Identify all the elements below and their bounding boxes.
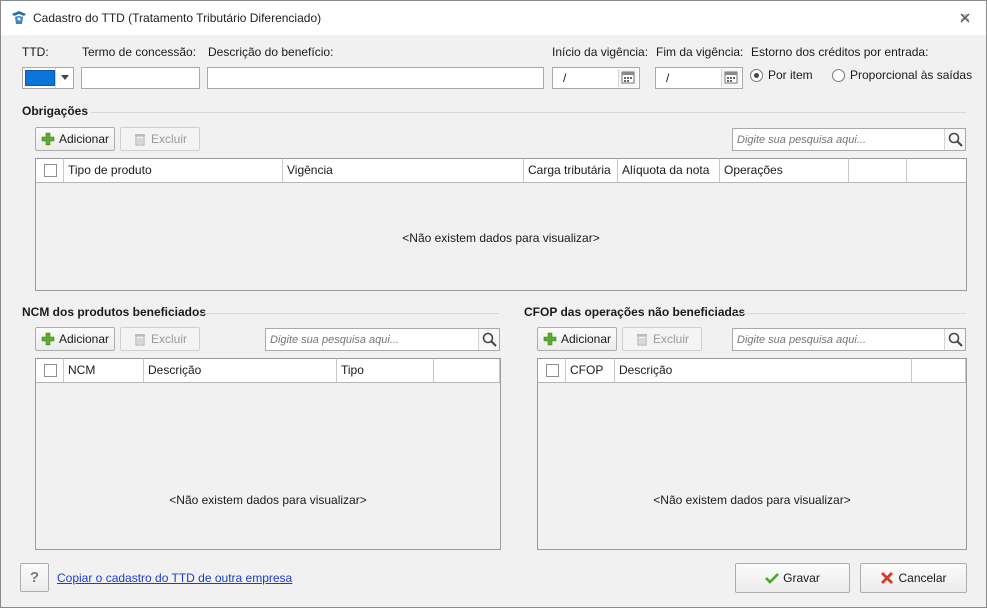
column-header[interactable]: Descrição <box>615 359 912 382</box>
ncm-search-input[interactable] <box>266 329 479 350</box>
delete-label: Excluir <box>150 332 187 346</box>
search-icon[interactable] <box>478 329 499 350</box>
column-header[interactable]: Vigência <box>283 159 524 182</box>
obrigacoes-grid[interactable]: Tipo de produto Vigência Carga tributári… <box>35 158 967 291</box>
grid-header: CFOP Descrição <box>538 359 966 383</box>
save-button[interactable]: Gravar <box>735 563 850 593</box>
radio-button[interactable] <box>832 68 845 82</box>
search-icon[interactable] <box>944 129 965 150</box>
check-icon <box>765 571 780 585</box>
section-divider <box>91 112 966 113</box>
close-icon[interactable] <box>957 10 973 26</box>
estorno-label: Estorno dos créditos por entrada: <box>751 45 929 59</box>
grid-header: NCM Descrição Tipo <box>36 359 500 383</box>
obrigacoes-add-button[interactable]: Adicionar <box>35 127 115 151</box>
radio-por-item[interactable]: Por item <box>750 68 813 82</box>
select-all-checkbox[interactable] <box>44 364 57 377</box>
column-header[interactable]: Tipo <box>337 359 434 382</box>
copy-ttd-link[interactable]: Copiar o cadastro do TTD de outra empres… <box>57 571 292 585</box>
descricao-label: Descrição do benefício: <box>208 45 334 59</box>
cfop-grid[interactable]: CFOP Descrição <Não existem dados para v… <box>537 358 967 550</box>
cancel-button[interactable]: Cancelar <box>860 563 967 593</box>
ncm-title: NCM dos produtos beneficiados <box>22 305 207 319</box>
cancel-label: Cancelar <box>898 571 947 585</box>
trash-icon <box>133 332 147 346</box>
app-icon <box>10 10 28 26</box>
empty-grid-message: <Não existem dados para visualizar> <box>653 493 851 507</box>
radio-proporcional[interactable]: Proporcional às saídas <box>832 68 972 82</box>
title-bar: Cadastro do TTD (Tratamento Tributário D… <box>1 1 986 35</box>
select-all-column[interactable] <box>538 359 566 382</box>
delete-label: Excluir <box>150 132 187 146</box>
column-header-blank <box>912 359 966 382</box>
termo-label: Termo de concessão: <box>82 45 197 59</box>
calendar-icon[interactable] <box>618 69 638 87</box>
section-divider <box>736 313 966 314</box>
dialog-window: Cadastro do TTD (Tratamento Tributário D… <box>0 0 987 608</box>
chevron-down-icon[interactable] <box>55 68 73 88</box>
fim-date-value: / <box>666 71 670 85</box>
section-divider <box>203 313 499 314</box>
add-label: Adicionar <box>58 132 110 146</box>
obrigacoes-title: Obrigações <box>22 104 89 118</box>
plus-icon <box>543 332 557 346</box>
ttd-combobox[interactable] <box>22 67 74 89</box>
add-label: Adicionar <box>58 332 110 346</box>
select-all-checkbox[interactable] <box>546 364 559 377</box>
radio-label: Proporcional às saídas <box>850 68 973 82</box>
inicio-label: Início da vigência: <box>552 45 649 59</box>
column-header-blank <box>434 359 500 382</box>
ttd-color-swatch <box>25 70 55 86</box>
radio-button[interactable] <box>750 68 763 82</box>
cfop-search[interactable] <box>732 328 966 351</box>
plus-icon <box>41 332 55 346</box>
obrigacoes-search[interactable] <box>732 128 966 151</box>
cfop-delete-button[interactable]: Excluir <box>622 327 702 351</box>
search-icon[interactable] <box>944 329 965 350</box>
add-label: Adicionar <box>560 332 612 346</box>
x-icon <box>880 571 894 585</box>
help-button[interactable]: ? <box>20 563 49 592</box>
descricao-input[interactable] <box>207 67 544 89</box>
fim-label: Fim da vigência: <box>656 45 744 59</box>
plus-icon <box>41 132 55 146</box>
calendar-icon[interactable] <box>721 69 741 87</box>
inicio-date-value: / <box>563 71 567 85</box>
select-all-column[interactable] <box>36 359 64 382</box>
obrigacoes-delete-button[interactable]: Excluir <box>120 127 200 151</box>
window-title: Cadastro do TTD (Tratamento Tributário D… <box>33 11 322 25</box>
column-header[interactable]: Alíquota da nota <box>618 159 720 182</box>
column-header[interactable]: Operações <box>720 159 849 182</box>
delete-label: Excluir <box>652 332 689 346</box>
column-header[interactable]: Carga tributária <box>524 159 618 182</box>
cfop-title: CFOP das operações não beneficiadas <box>524 305 746 319</box>
column-header[interactable]: CFOP <box>566 359 615 382</box>
select-all-checkbox[interactable] <box>44 164 57 177</box>
column-header[interactable]: Tipo de produto <box>64 159 283 182</box>
fim-date-field[interactable]: / <box>655 67 743 89</box>
obrigacoes-search-input[interactable] <box>733 129 945 150</box>
dialog-content: TTD: Termo de concessão: Descrição do be… <box>1 35 986 607</box>
empty-grid-message: <Não existem dados para visualizar> <box>402 231 600 245</box>
cfop-add-button[interactable]: Adicionar <box>537 327 617 351</box>
column-header[interactable]: Descrição <box>144 359 337 382</box>
inicio-date-field[interactable]: / <box>552 67 640 89</box>
cfop-search-input[interactable] <box>733 329 945 350</box>
radio-label: Por item <box>768 68 813 82</box>
column-header[interactable]: NCM <box>64 359 144 382</box>
ttd-label: TTD: <box>22 45 49 59</box>
termo-input[interactable] <box>81 67 200 89</box>
select-all-column[interactable] <box>36 159 64 182</box>
empty-grid-message: <Não existem dados para visualizar> <box>169 493 367 507</box>
column-header-blank <box>849 159 907 182</box>
ncm-add-button[interactable]: Adicionar <box>35 327 115 351</box>
save-label: Gravar <box>783 571 820 585</box>
trash-icon <box>635 332 649 346</box>
trash-icon <box>133 132 147 146</box>
ncm-search[interactable] <box>265 328 500 351</box>
grid-header: Tipo de produto Vigência Carga tributári… <box>36 159 966 183</box>
ncm-grid[interactable]: NCM Descrição Tipo <Não existem dados pa… <box>35 358 501 550</box>
ncm-delete-button[interactable]: Excluir <box>120 327 200 351</box>
